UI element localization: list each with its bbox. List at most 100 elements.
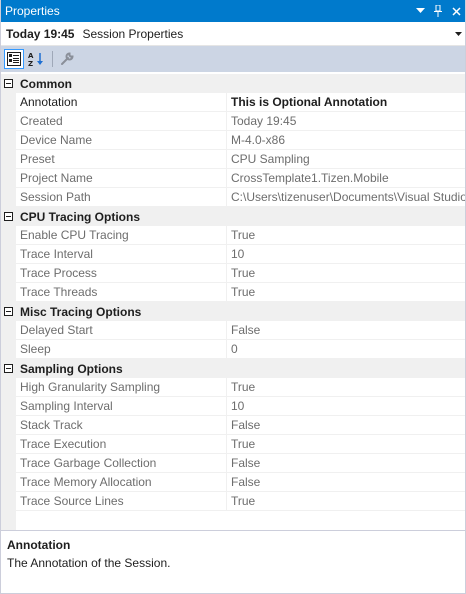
property-value[interactable]: True	[227, 492, 466, 511]
alphabetical-icon: A Z	[28, 52, 43, 67]
property-name: Device Name	[16, 130, 227, 150]
property-value[interactable]: False	[227, 321, 466, 340]
row-gutter	[0, 491, 16, 511]
row-gutter	[0, 187, 16, 207]
property-value[interactable]: M-4.0-x86	[227, 131, 466, 150]
property-name: Trace Garbage Collection	[16, 453, 227, 473]
category-header[interactable]: Misc Tracing Options	[0, 302, 466, 321]
property-name: Trace Interval	[16, 244, 227, 264]
categorized-button[interactable]	[4, 49, 24, 69]
category-header[interactable]: Common	[0, 74, 466, 93]
row-gutter	[0, 434, 16, 454]
property-grid: Common Annotation This is Optional Annotat…	[0, 74, 466, 511]
property-row[interactable]: Annotation This is Optional Annotation	[0, 92, 466, 112]
property-row[interactable]: Project Name CrossTemplate1.Tizen.Mobile	[0, 168, 466, 188]
row-gutter	[0, 111, 16, 131]
property-row[interactable]: Stack Track False	[0, 415, 466, 435]
property-row[interactable]: High Granularity Sampling True	[0, 377, 466, 397]
property-row[interactable]: Created Today 19:45	[0, 111, 466, 131]
property-value[interactable]: 10	[227, 397, 466, 416]
property-name: Trace Source Lines	[16, 491, 227, 511]
property-row[interactable]: Trace Execution True	[0, 434, 466, 454]
row-gutter	[0, 320, 16, 340]
property-row[interactable]: Trace Source Lines True	[0, 491, 466, 511]
property-value[interactable]: 0	[227, 340, 466, 359]
selected-object-type: Session Properties	[82, 26, 184, 41]
property-row[interactable]: Enable CPU Tracing True	[0, 225, 466, 245]
property-value[interactable]: False	[227, 416, 466, 435]
property-row[interactable]: Trace Threads True	[0, 282, 466, 302]
svg-text:Z: Z	[28, 60, 33, 67]
category-header[interactable]: Sampling Options	[0, 359, 466, 378]
property-value[interactable]: Today 19:45	[227, 112, 466, 131]
property-name: Trace Threads	[16, 282, 227, 302]
row-gutter	[0, 472, 16, 492]
property-row[interactable]: Trace Memory Allocation False	[0, 472, 466, 492]
property-name: Created	[16, 111, 227, 131]
property-name: Enable CPU Tracing	[16, 225, 227, 245]
alphabetical-button[interactable]: A Z	[26, 49, 46, 69]
categorized-icon	[7, 52, 21, 66]
row-gutter	[0, 377, 16, 397]
property-row[interactable]: Preset CPU Sampling	[0, 149, 466, 169]
collapse-icon[interactable]	[0, 302, 16, 321]
property-row[interactable]: Trace Interval 10	[0, 244, 466, 264]
pin-icon[interactable]	[430, 2, 446, 20]
collapse-icon[interactable]	[0, 359, 16, 378]
property-value[interactable]: False	[227, 454, 466, 473]
svg-text:A: A	[28, 52, 34, 60]
property-row[interactable]: Sampling Interval 10	[0, 396, 466, 416]
property-value[interactable]: CPU Sampling	[227, 150, 466, 169]
property-value[interactable]: True	[227, 283, 466, 302]
property-name: High Granularity Sampling	[16, 377, 227, 397]
row-gutter	[0, 244, 16, 264]
row-gutter	[0, 149, 16, 169]
property-name: Project Name	[16, 168, 227, 188]
property-grid-empty-area	[0, 511, 466, 530]
property-value[interactable]: This is Optional Annotation	[227, 93, 466, 112]
property-name: Trace Memory Allocation	[16, 472, 227, 492]
row-gutter	[0, 92, 16, 112]
properties-toolbar: A Z	[0, 46, 466, 72]
property-row[interactable]: Session Path C:\Users\tizenuser\Documents…	[0, 187, 466, 207]
category-label: CPU Tracing Options	[20, 209, 141, 224]
toolbar-separator	[52, 51, 53, 67]
row-gutter	[0, 453, 16, 473]
property-value[interactable]: True	[227, 226, 466, 245]
property-row[interactable]: Sleep 0	[0, 339, 466, 359]
property-value[interactable]: CrossTemplate1.Tizen.Mobile	[227, 169, 466, 188]
category-label: Misc Tracing Options	[20, 304, 142, 319]
property-value[interactable]: True	[227, 264, 466, 283]
property-name: Trace Execution	[16, 434, 227, 454]
chevron-down-icon[interactable]	[450, 31, 466, 36]
object-selector[interactable]: Today 19:45 Session Properties	[0, 22, 466, 46]
description-pane: Annotation The Annotation of the Session…	[0, 531, 466, 594]
row-gutter	[0, 415, 16, 435]
property-value[interactable]: False	[227, 473, 466, 492]
description-title: Annotation	[7, 538, 71, 552]
property-row[interactable]: Device Name M-4.0-x86	[0, 130, 466, 150]
property-name: Sleep	[16, 339, 227, 359]
property-name: Trace Process	[16, 263, 227, 283]
collapse-icon[interactable]	[0, 207, 16, 226]
property-pages-button[interactable]	[57, 49, 77, 69]
property-row[interactable]: Trace Process True	[0, 263, 466, 283]
property-name: Stack Track	[16, 415, 227, 435]
property-row[interactable]: Delayed Start False	[0, 320, 466, 340]
window-position-dropdown-icon[interactable]	[412, 2, 428, 20]
property-row[interactable]: Trace Garbage Collection False	[0, 453, 466, 473]
property-value[interactable]: True	[227, 435, 466, 454]
property-value[interactable]: 10	[227, 245, 466, 264]
property-value[interactable]: C:\Users\tizenuser\Documents\Visual Stud…	[227, 188, 466, 207]
window-title: Properties	[5, 4, 60, 18]
property-name: Annotation	[16, 92, 227, 112]
row-gutter	[0, 225, 16, 245]
row-gutter	[0, 339, 16, 359]
collapse-icon[interactable]	[0, 74, 16, 93]
properties-title-bar[interactable]: Properties	[0, 0, 466, 22]
property-name: Session Path	[16, 187, 227, 207]
property-value[interactable]: True	[227, 378, 466, 397]
property-name: Preset	[16, 149, 227, 169]
category-header[interactable]: CPU Tracing Options	[0, 207, 466, 226]
close-icon[interactable]	[448, 2, 464, 20]
